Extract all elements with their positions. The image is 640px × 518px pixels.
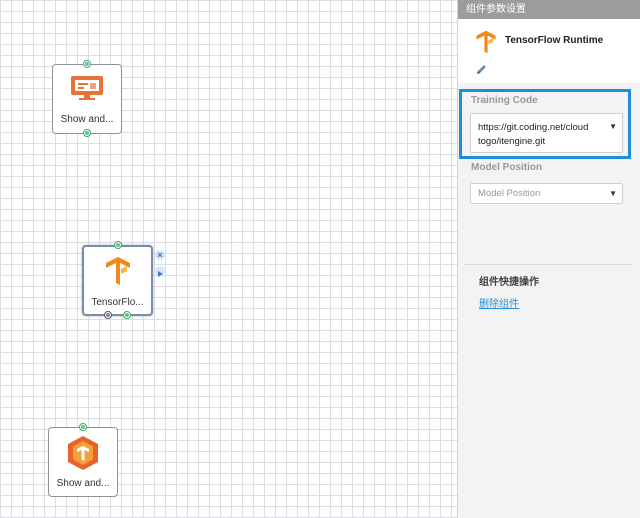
input-port[interactable] (83, 60, 91, 68)
chevron-down-icon: ▼ (609, 189, 617, 198)
section-divider (464, 264, 632, 265)
node-label: TensorFlo... (91, 297, 144, 308)
node-label: Show and... (56, 478, 110, 489)
node-show-and-tell-2[interactable]: Show and... (48, 423, 118, 497)
properties-panel: 组件参数设置 TensorFlow Runtime (457, 0, 640, 518)
panel-header: 组件参数设置 (458, 0, 640, 19)
input-port[interactable] (114, 241, 122, 249)
run-icon[interactable] (155, 266, 165, 277)
node-tensorflow[interactable]: TensorFlo... (82, 241, 153, 319)
output-port[interactable] (123, 311, 131, 319)
tensorflow-icon (476, 30, 496, 54)
monitor-icon (71, 76, 103, 100)
node-show-and-tell-1[interactable]: Show and... (52, 60, 122, 137)
output-port[interactable] (83, 129, 91, 137)
close-icon[interactable]: × (155, 250, 165, 260)
tensorflow-hexagon-icon (68, 436, 98, 470)
component-name: TensorFlow Runtime (505, 35, 604, 46)
output-port-secondary[interactable] (104, 311, 112, 319)
focus-highlight (459, 89, 631, 159)
model-position-label: Model Position (471, 162, 543, 173)
pencil-icon[interactable] (475, 64, 487, 76)
workflow-canvas[interactable]: Show and... TensorFlo... × Show and... (0, 0, 457, 518)
node-label: Show and... (60, 114, 114, 125)
model-position-placeholder: Model Position (478, 188, 541, 199)
model-position-select[interactable]: Model Position ▼ (470, 183, 623, 204)
input-port[interactable] (79, 423, 87, 431)
quick-actions-title: 组件快捷操作 (479, 277, 539, 288)
delete-component-link[interactable]: 删除组件 (479, 295, 519, 310)
component-header: TensorFlow Runtime (458, 19, 640, 83)
tensorflow-icon (106, 257, 130, 285)
